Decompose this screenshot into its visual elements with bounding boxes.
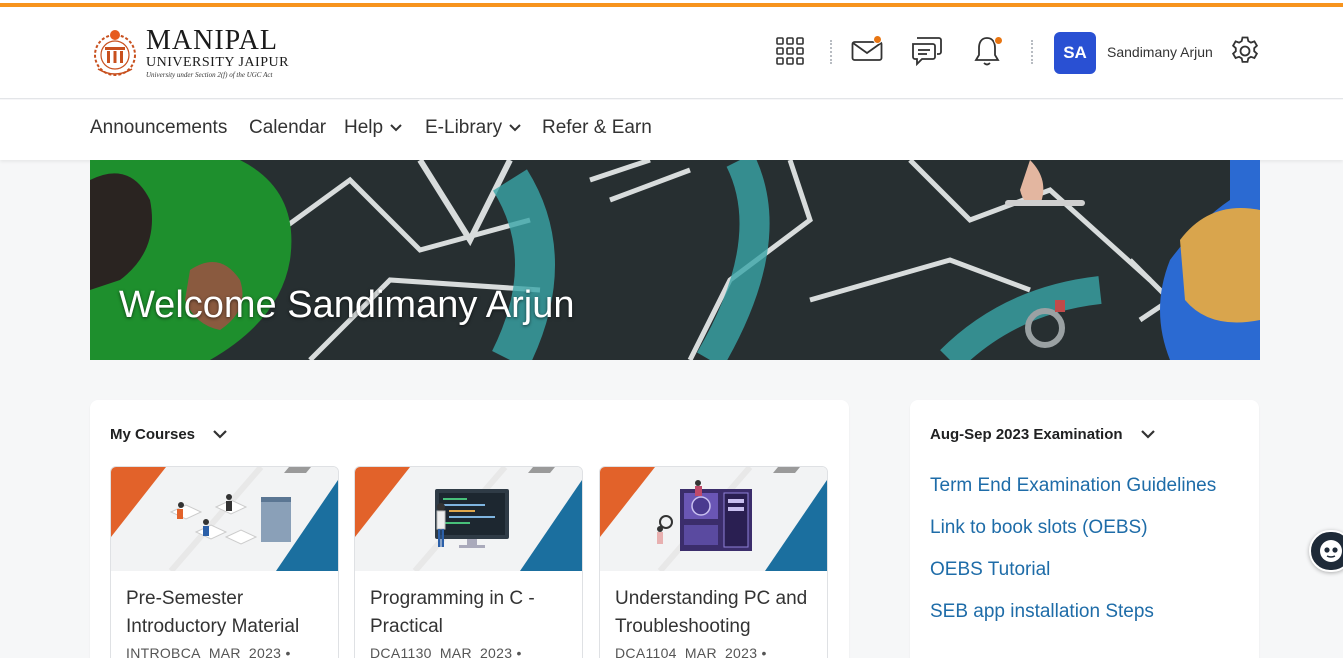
brand-name: MANIPAL: [146, 25, 278, 56]
banner-chalkboard-image: [90, 160, 1260, 360]
top-accent-bar: [0, 0, 1343, 7]
exam-link-book-slots[interactable]: Link to book slots (OEBS): [930, 517, 1148, 539]
nav-item-label: Help: [344, 117, 384, 138]
exam-link-guidelines[interactable]: Term End Examination Guidelines: [930, 475, 1216, 497]
my-courses-title: My Courses: [110, 426, 196, 443]
nav-item-e-library[interactable]: E-Library: [425, 117, 521, 139]
notification-badge: [994, 36, 1003, 45]
nav-item-calendar[interactable]: Calendar: [249, 117, 326, 139]
header-separator: [1031, 40, 1034, 64]
brand-tagline: University under Section 2(f) of the UGC…: [146, 71, 273, 79]
site-header: MANIPAL UNIVERSITY JAIPUR University und…: [0, 7, 1343, 99]
course-code: DCA1130_MAR_2023 •: [370, 645, 522, 658]
mail-unread-badge: [873, 35, 882, 44]
header-separator: [830, 40, 833, 64]
user-avatar[interactable]: SA: [1054, 32, 1096, 74]
nav-item-label: E-Library: [425, 117, 503, 138]
chatbot-icon: [1320, 540, 1342, 562]
main-navigation: Announcements Calendar Help E-Library Re…: [0, 100, 1343, 160]
chat-icon[interactable]: [911, 35, 943, 67]
nav-item-help[interactable]: Help: [344, 117, 402, 139]
chevron-down-icon: [1140, 430, 1155, 439]
exam-link-oebs-tutorial[interactable]: OEBS Tutorial: [930, 559, 1050, 581]
course-thumbnail: [600, 467, 827, 571]
chevron-down-icon: [509, 124, 521, 132]
gear-icon[interactable]: [1229, 35, 1261, 67]
exam-link-seb-installation[interactable]: SEB app installation Steps: [930, 601, 1154, 623]
brand-subname: UNIVERSITY JAIPUR: [146, 55, 289, 70]
exam-header[interactable]: Aug-Sep 2023 Examination: [930, 426, 1155, 443]
course-card[interactable]: Pre-Semester Introductory Material INTRO…: [110, 466, 339, 658]
university-emblem-icon: [90, 25, 140, 81]
course-title[interactable]: Programming in C - Practical: [370, 585, 570, 641]
nav-item-label: Refer & Earn: [542, 117, 652, 138]
course-title[interactable]: Understanding PC and Troubleshooting: [615, 585, 815, 641]
course-card[interactable]: Programming in C - Practical DCA1130_MAR…: [354, 466, 583, 658]
exam-title: Aug-Sep 2023 Examination: [930, 426, 1123, 443]
course-card[interactable]: Understanding PC and Troubleshooting DCA…: [599, 466, 828, 658]
apps-grid-icon[interactable]: [774, 35, 806, 67]
course-thumbnail: [355, 467, 582, 571]
chatbot-launcher[interactable]: [1309, 530, 1343, 572]
course-thumbnail: [111, 467, 338, 571]
university-logo[interactable]: MANIPAL UNIVERSITY JAIPUR University und…: [90, 23, 300, 83]
user-name[interactable]: Sandimany Arjun: [1107, 44, 1213, 60]
nav-item-refer-earn[interactable]: Refer & Earn: [542, 117, 652, 139]
course-code: INTROBCA_MAR_2023 •: [126, 645, 291, 658]
nav-item-announcements[interactable]: Announcements: [90, 117, 227, 139]
nav-item-label: Calendar: [249, 117, 327, 138]
welcome-heading: Welcome Sandimany Arjun: [119, 284, 575, 326]
nav-item-label: Announcements: [90, 117, 228, 138]
course-title[interactable]: Pre-Semester Introductory Material: [126, 585, 326, 641]
chevron-down-icon: [390, 124, 402, 132]
welcome-banner: Welcome Sandimany Arjun: [90, 160, 1260, 360]
my-courses-header[interactable]: My Courses: [110, 426, 227, 443]
course-code: DCA1104_MAR_2023 •: [615, 645, 767, 658]
chevron-down-icon: [213, 430, 227, 439]
